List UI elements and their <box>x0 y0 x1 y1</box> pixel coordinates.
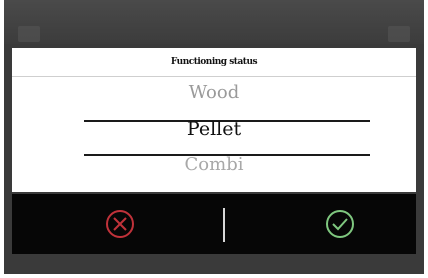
option-previous[interactable]: Wood <box>12 82 416 103</box>
top-left-icon <box>18 26 40 42</box>
top-bar <box>4 0 424 44</box>
screen: Functioning status Wood Pellet Combi <box>4 0 424 274</box>
option-picker[interactable]: Wood Pellet Combi <box>12 78 416 190</box>
option-selected[interactable]: Pellet <box>12 118 416 140</box>
option-next[interactable]: Combi <box>12 154 416 175</box>
cancel-icon <box>106 210 134 238</box>
functioning-status-dialog: Functioning status Wood Pellet Combi <box>12 48 416 192</box>
confirm-button[interactable] <box>322 206 358 242</box>
bottom-strip <box>4 254 424 274</box>
action-bar <box>12 194 416 254</box>
dialog-title: Functioning status <box>12 48 416 77</box>
check-icon <box>326 210 354 238</box>
top-right-icon <box>388 26 410 42</box>
device-frame: Functioning status Wood Pellet Combi <box>0 0 428 278</box>
cancel-button[interactable] <box>102 206 138 242</box>
action-divider <box>223 208 225 242</box>
